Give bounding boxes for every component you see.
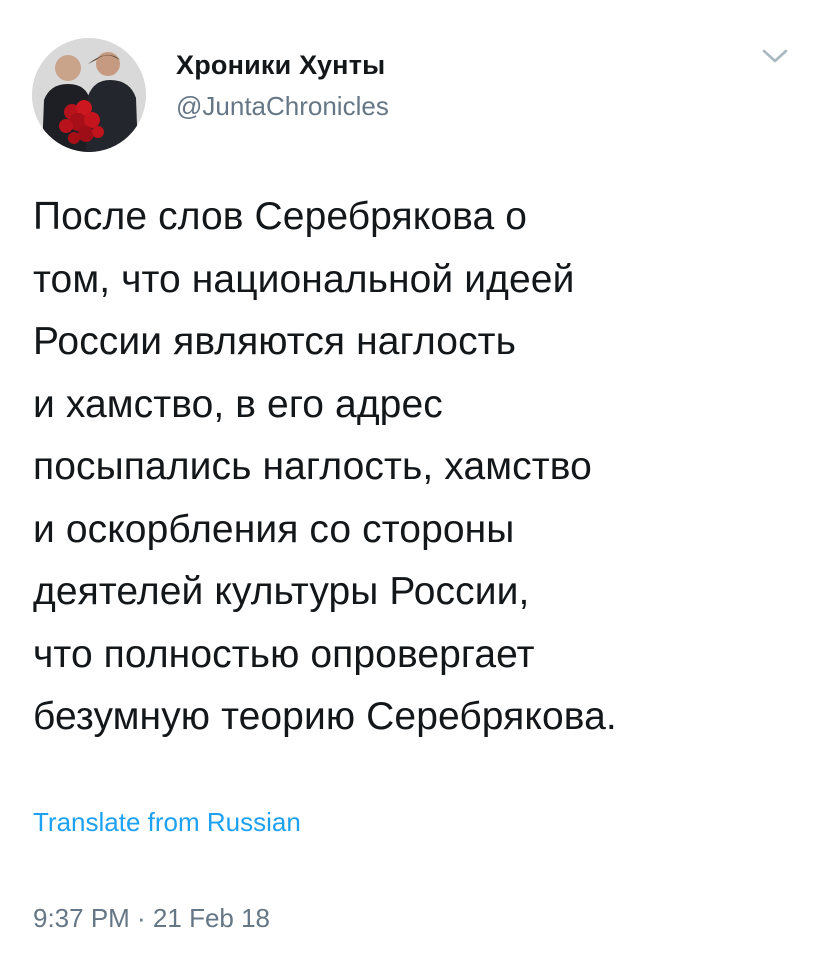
chevron-down-icon	[762, 49, 788, 63]
avatar[interactable]	[32, 38, 146, 152]
more-options-button[interactable]	[760, 44, 790, 68]
tweet-card: Хроники Хунты @JuntaChronicles После сло…	[0, 0, 818, 960]
tweet-timestamp[interactable]: 9:37 PM · 21 Feb 18	[33, 900, 270, 936]
display-name[interactable]: Хроники Хунты	[176, 48, 389, 82]
author-block[interactable]: Хроники Хунты @JuntaChronicles	[176, 48, 389, 124]
translate-link[interactable]: Translate from Russian	[33, 804, 301, 840]
profile-photo-icon	[32, 38, 146, 152]
tweet-text: После слов Серебрякова о том, что национ…	[33, 195, 617, 738]
user-handle[interactable]: @JuntaChronicles	[176, 88, 389, 124]
